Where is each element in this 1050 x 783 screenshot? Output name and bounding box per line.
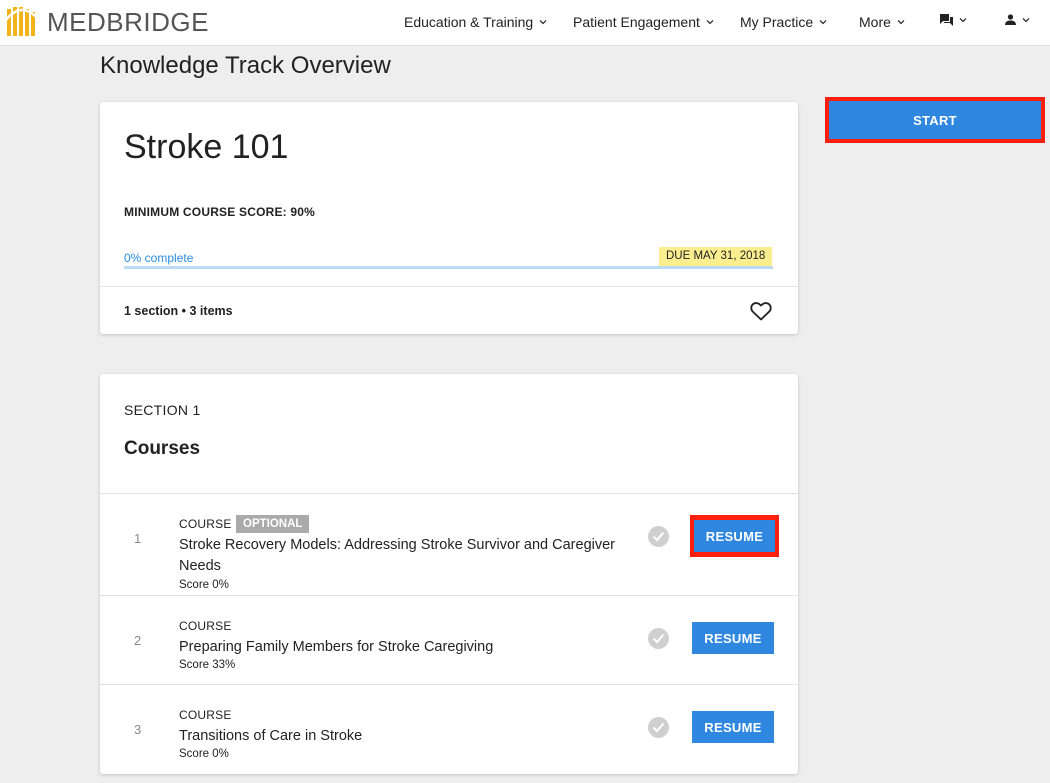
progress-label: 0% complete (124, 251, 194, 265)
resume-button[interactable]: RESUME (692, 622, 774, 654)
logo[interactable]: MEDBRIDGE (6, 6, 209, 38)
nav-more[interactable]: More (859, 14, 905, 30)
resume-button[interactable]: RESUME (692, 711, 774, 743)
nav-patient-engagement[interactable]: Patient Engagement (573, 14, 714, 30)
resume-button[interactable]: RESUME (694, 520, 775, 552)
progress-bar (124, 266, 773, 269)
logo-text: MEDBRIDGE (47, 6, 209, 37)
nav-label: Education & Training (404, 14, 534, 30)
nav-my-practice[interactable]: My Practice (740, 14, 827, 30)
start-button[interactable]: START (829, 101, 1041, 139)
medbridge-logo-icon (6, 7, 39, 36)
due-date-badge: DUE MAY 31, 2018 (659, 247, 773, 266)
course-title-link[interactable]: Transitions of Care in Stroke (179, 726, 639, 747)
nav-label: Patient Engagement (573, 14, 700, 30)
course-row: 2 COURSE Preparing Family Members for St… (100, 595, 798, 684)
row-type: COURSE (179, 619, 232, 633)
chat-icon (940, 14, 953, 26)
completion-check-icon (648, 717, 669, 738)
page-title: Knowledge Track Overview (100, 52, 391, 79)
user-icon (1005, 14, 1016, 25)
completion-check-icon (648, 628, 669, 649)
nav-label: My Practice (740, 14, 814, 30)
favorite-heart-icon[interactable] (750, 301, 772, 321)
row-number: 3 (134, 722, 142, 737)
chevron-down-icon (539, 20, 547, 25)
track-title: Stroke 101 (124, 128, 289, 166)
course-row: 1 COURSE OPTIONAL Stroke Recovery Models… (100, 493, 798, 595)
section-heading: Courses (124, 438, 201, 459)
minimum-score: MINIMUM COURSE SCORE: 90% (124, 205, 316, 219)
chevron-down-icon (819, 20, 827, 25)
course-score: Score 0% (179, 579, 229, 591)
start-highlight: START (825, 97, 1045, 143)
chevron-down-icon (897, 20, 905, 25)
course-title-link[interactable]: Stroke Recovery Models: Addressing Strok… (179, 535, 639, 577)
row-type: COURSE (179, 708, 232, 722)
row-number: 2 (134, 633, 142, 648)
nav-label: More (859, 14, 891, 30)
course-row: 3 COURSE Transitions of Care in Stroke S… (100, 684, 798, 774)
course-score: Score 0% (179, 748, 229, 760)
course-score: Score 33% (179, 659, 236, 671)
optional-badge: OPTIONAL (236, 515, 310, 533)
chevron-down-icon (1022, 17, 1030, 22)
chevron-down-icon (706, 20, 714, 25)
track-overview-card: Stroke 101 MINIMUM COURSE SCORE: 90% 0% … (100, 102, 798, 334)
section-card: SECTION 1 Courses 1 COURSE OPTIONAL Stro… (100, 374, 798, 774)
card-divider (100, 286, 798, 287)
top-nav: MEDBRIDGE Education & Training Patient E… (0, 0, 1050, 46)
row-number: 1 (134, 531, 142, 546)
completion-check-icon (648, 526, 669, 547)
section-label: SECTION 1 (124, 402, 201, 418)
course-title-link[interactable]: Preparing Family Members for Stroke Care… (179, 637, 639, 658)
messages-menu[interactable] (940, 14, 967, 26)
row-type: COURSE (179, 517, 232, 531)
chevron-down-icon (959, 18, 967, 23)
user-menu[interactable] (1005, 14, 1030, 25)
nav-education-training[interactable]: Education & Training (404, 14, 547, 30)
track-meta: 1 section • 3 items (124, 304, 233, 318)
